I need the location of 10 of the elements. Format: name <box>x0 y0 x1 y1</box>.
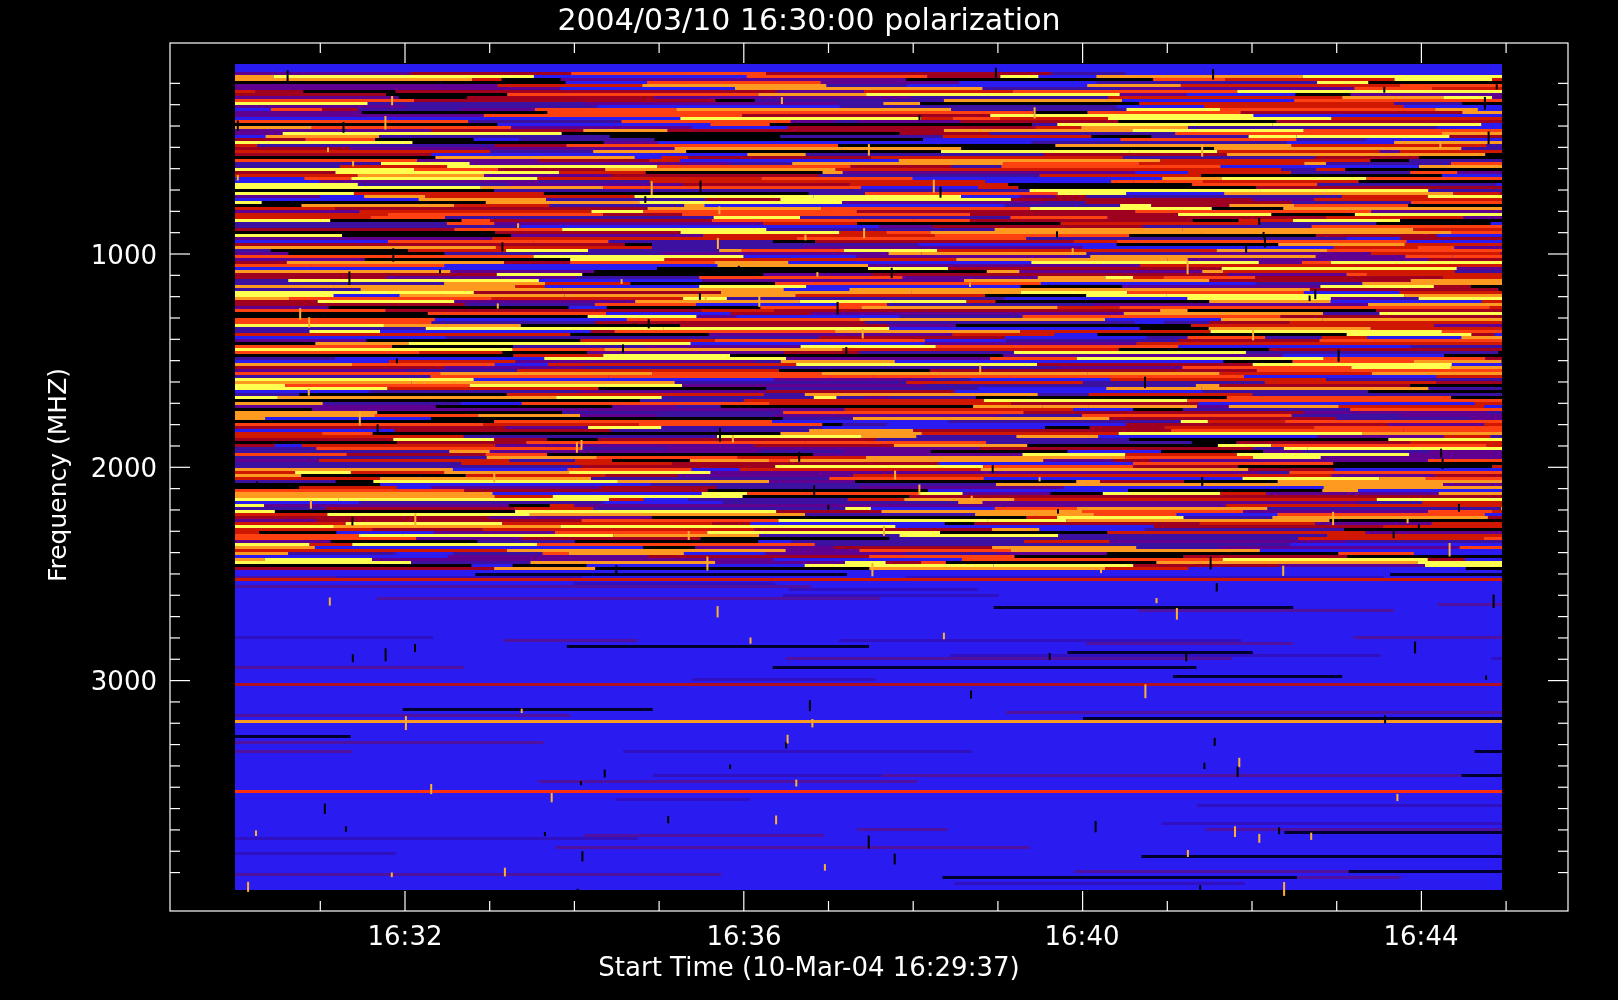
tick-label: 1000 <box>90 240 157 270</box>
axis-label: Frequency (MHZ) <box>43 367 72 583</box>
chart-title: 2004/03/10 16:30:00 polarization <box>557 2 1061 37</box>
tick-label: 16:40 <box>1044 921 1120 951</box>
tick-label: 16:32 <box>367 921 443 951</box>
tick-label: 16:44 <box>1383 921 1459 951</box>
tick-label: 2000 <box>90 453 157 483</box>
tick-label: 3000 <box>90 666 157 696</box>
axis-label: Start Time (10-Mar-04 16:29:37) <box>598 952 1020 982</box>
tick-label: 16:36 <box>706 921 782 951</box>
